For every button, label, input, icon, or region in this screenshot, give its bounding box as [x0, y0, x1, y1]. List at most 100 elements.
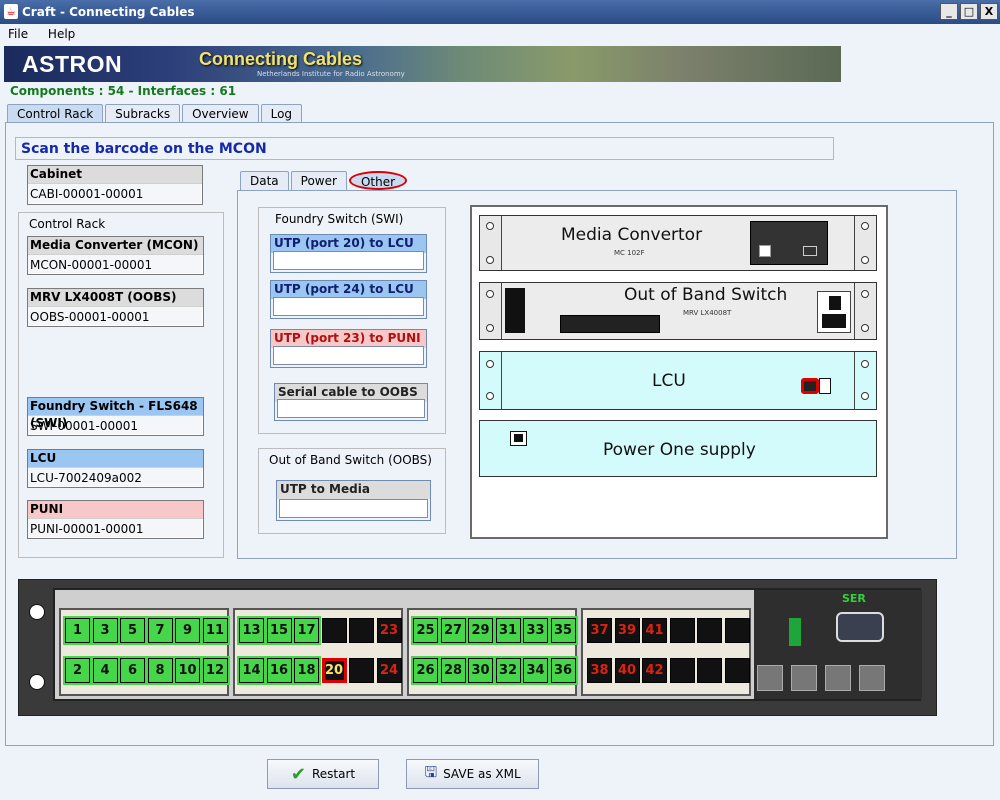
switch-port-label: 2	[72, 663, 83, 678]
switch-port-30[interactable]: 30	[468, 658, 493, 683]
switch-port-label: 3	[100, 623, 110, 638]
tab-log[interactable]: Log	[260, 104, 303, 123]
switch-port-19[interactable]	[321, 618, 347, 643]
rack-diagram: Media Convertor MC 102F Out of Band Swit…	[470, 205, 888, 539]
switch-port-2[interactable]: 2	[65, 658, 90, 683]
mount-hole-tl	[29, 604, 45, 620]
port-bank: 37 39 41 38 40 42	[581, 608, 751, 696]
switch-port-38[interactable]: 38	[587, 658, 612, 683]
switch-port-label: 39	[617, 623, 637, 638]
switch-port-42[interactable]: 42	[642, 658, 667, 683]
cabinet-box[interactable]: Cabinet CABI-00001-00001	[27, 165, 203, 205]
switch-port-4[interactable]: 4	[92, 658, 118, 683]
switch-port-45[interactable]	[697, 618, 722, 643]
switch-port-43[interactable]	[669, 618, 695, 643]
switch-port-26[interactable]: 26	[413, 658, 438, 683]
tab-control-rack[interactable]: Control Rack	[7, 104, 104, 123]
counts-label: Components : 54 - Interfaces : 61	[10, 84, 237, 98]
tab-data[interactable]: Data	[240, 171, 289, 190]
switch-port-11[interactable]: 11	[202, 618, 228, 643]
switch-port-37[interactable]: 37	[587, 618, 612, 643]
switch-port-15[interactable]: 15	[266, 618, 292, 643]
switch-port-48[interactable]	[724, 658, 750, 683]
switch-port-13[interactable]: 13	[239, 618, 264, 643]
switch-port-18[interactable]: 18	[294, 658, 319, 683]
close-button[interactable]: X	[980, 3, 998, 20]
restart-button[interactable]: ✔ Restart	[267, 759, 379, 789]
switch-port-32[interactable]: 32	[495, 658, 521, 683]
oobs-power-block	[505, 288, 525, 333]
switch-port-41[interactable]: 41	[642, 618, 667, 643]
switch-port-47[interactable]	[724, 618, 750, 643]
puni-box[interactable]: PUNI PUNI-00001-00001	[27, 500, 204, 539]
switch-port-34[interactable]: 34	[523, 658, 548, 683]
mcon-box[interactable]: Media Converter (MCON) MCON-00001-00001	[27, 236, 204, 275]
lcu-box[interactable]: LCU LCU-7002409a002	[27, 449, 204, 488]
switch-port-16[interactable]: 16	[266, 658, 292, 683]
swi-box[interactable]: Foundry Switch - FLS648 (SWI) SWI-00001-…	[27, 397, 204, 436]
utp-port20-input[interactable]	[273, 251, 424, 270]
media-converter-model: MC 102F	[614, 249, 645, 257]
switch-port-46[interactable]	[697, 658, 722, 683]
switch-port-label: 37	[590, 623, 609, 638]
lcu-label: LCU	[652, 371, 686, 391]
switch-port-label: 17	[297, 623, 316, 638]
switch-port-label: 24	[379, 663, 399, 678]
switch-port-24[interactable]: 24	[376, 658, 402, 683]
serial-cable-input[interactable]	[277, 399, 425, 418]
port-bank: 25 27 29 31 33 35 26 28 30 32 34 36	[407, 608, 577, 696]
switch-port-36[interactable]: 36	[550, 658, 576, 683]
switch-port-22[interactable]	[349, 658, 374, 683]
switch-port-7[interactable]: 7	[147, 618, 173, 643]
switch-port-1[interactable]: 1	[65, 618, 90, 643]
oobs-port-row	[560, 315, 660, 333]
menu-help[interactable]: Help	[40, 24, 83, 44]
switch-port-label: 7	[155, 623, 165, 638]
switch-port-33[interactable]: 33	[523, 618, 548, 643]
utp-port24-input[interactable]	[273, 297, 424, 316]
switch-port-39[interactable]: 39	[614, 618, 640, 643]
switch-port-21[interactable]	[349, 618, 374, 643]
tab-other[interactable]: Other	[348, 171, 408, 190]
switch-port-17[interactable]: 17	[294, 618, 319, 643]
save-xml-button[interactable]: 🖫 SAVE as XML	[406, 759, 539, 789]
puni-header: PUNI	[28, 501, 203, 519]
minimize-button[interactable]: _	[940, 3, 958, 20]
oobs-unit[interactable]: Out of Band Switch MRV LX4008T	[479, 282, 877, 340]
tab-power[interactable]: Power	[290, 171, 347, 190]
foundry-switch-panel: 1 3 5 7 9 11 2 4 6 8 10 12 13 15 17 23 14 16 18 20 24 25 27 29 3…	[18, 579, 937, 716]
uplink-ports	[757, 665, 903, 693]
tab-subracks[interactable]: Subracks	[105, 104, 181, 123]
media-converter-unit[interactable]: Media Convertor MC 102F	[479, 215, 877, 271]
utp-port23-input[interactable]	[273, 346, 424, 365]
switch-port-44[interactable]	[669, 658, 695, 683]
switch-port-27[interactable]: 27	[440, 618, 466, 643]
oobs-model: MRV LX4008T	[683, 309, 732, 317]
tab-overview[interactable]: Overview	[182, 104, 259, 123]
switch-port-6[interactable]: 6	[120, 658, 145, 683]
switch-port-8[interactable]: 8	[147, 658, 173, 683]
switch-port-25[interactable]: 25	[413, 618, 438, 643]
switch-port-9[interactable]: 9	[175, 618, 200, 643]
switch-port-5[interactable]: 5	[120, 618, 145, 643]
switch-port-23[interactable]: 23	[376, 618, 402, 643]
utp-media-converter-input[interactable]	[279, 499, 428, 518]
switch-port-14[interactable]: 14	[239, 658, 264, 683]
maximize-button[interactable]: □	[960, 3, 978, 20]
lcu-unit[interactable]: LCU	[479, 351, 877, 410]
menu-file[interactable]: File	[0, 24, 36, 44]
switch-port-35[interactable]: 35	[550, 618, 576, 643]
swi-header: Foundry Switch - FLS648 (SWI)	[28, 398, 203, 430]
switch-port-28[interactable]: 28	[440, 658, 466, 683]
oobs-box[interactable]: MRV LX4008T (OOBS) OOBS-00001-00001	[27, 288, 204, 327]
switch-port-3[interactable]: 3	[92, 618, 118, 643]
switch-port-12[interactable]: 12	[202, 658, 228, 683]
lcu-port-highlight[interactable]	[801, 378, 819, 394]
switch-port-40[interactable]: 40	[614, 658, 640, 683]
switch-port-29[interactable]: 29	[468, 618, 493, 643]
switch-port-31[interactable]: 31	[495, 618, 521, 643]
switch-port-20[interactable]: 20	[321, 658, 347, 683]
switch-port-10[interactable]: 10	[175, 658, 200, 683]
switch-face: 1 3 5 7 9 11 2 4 6 8 10 12 13 15 17 23 14 16 18 20 24 25 27 29 3…	[53, 588, 922, 701]
power-supply-unit[interactable]: Power One supply	[479, 420, 877, 477]
